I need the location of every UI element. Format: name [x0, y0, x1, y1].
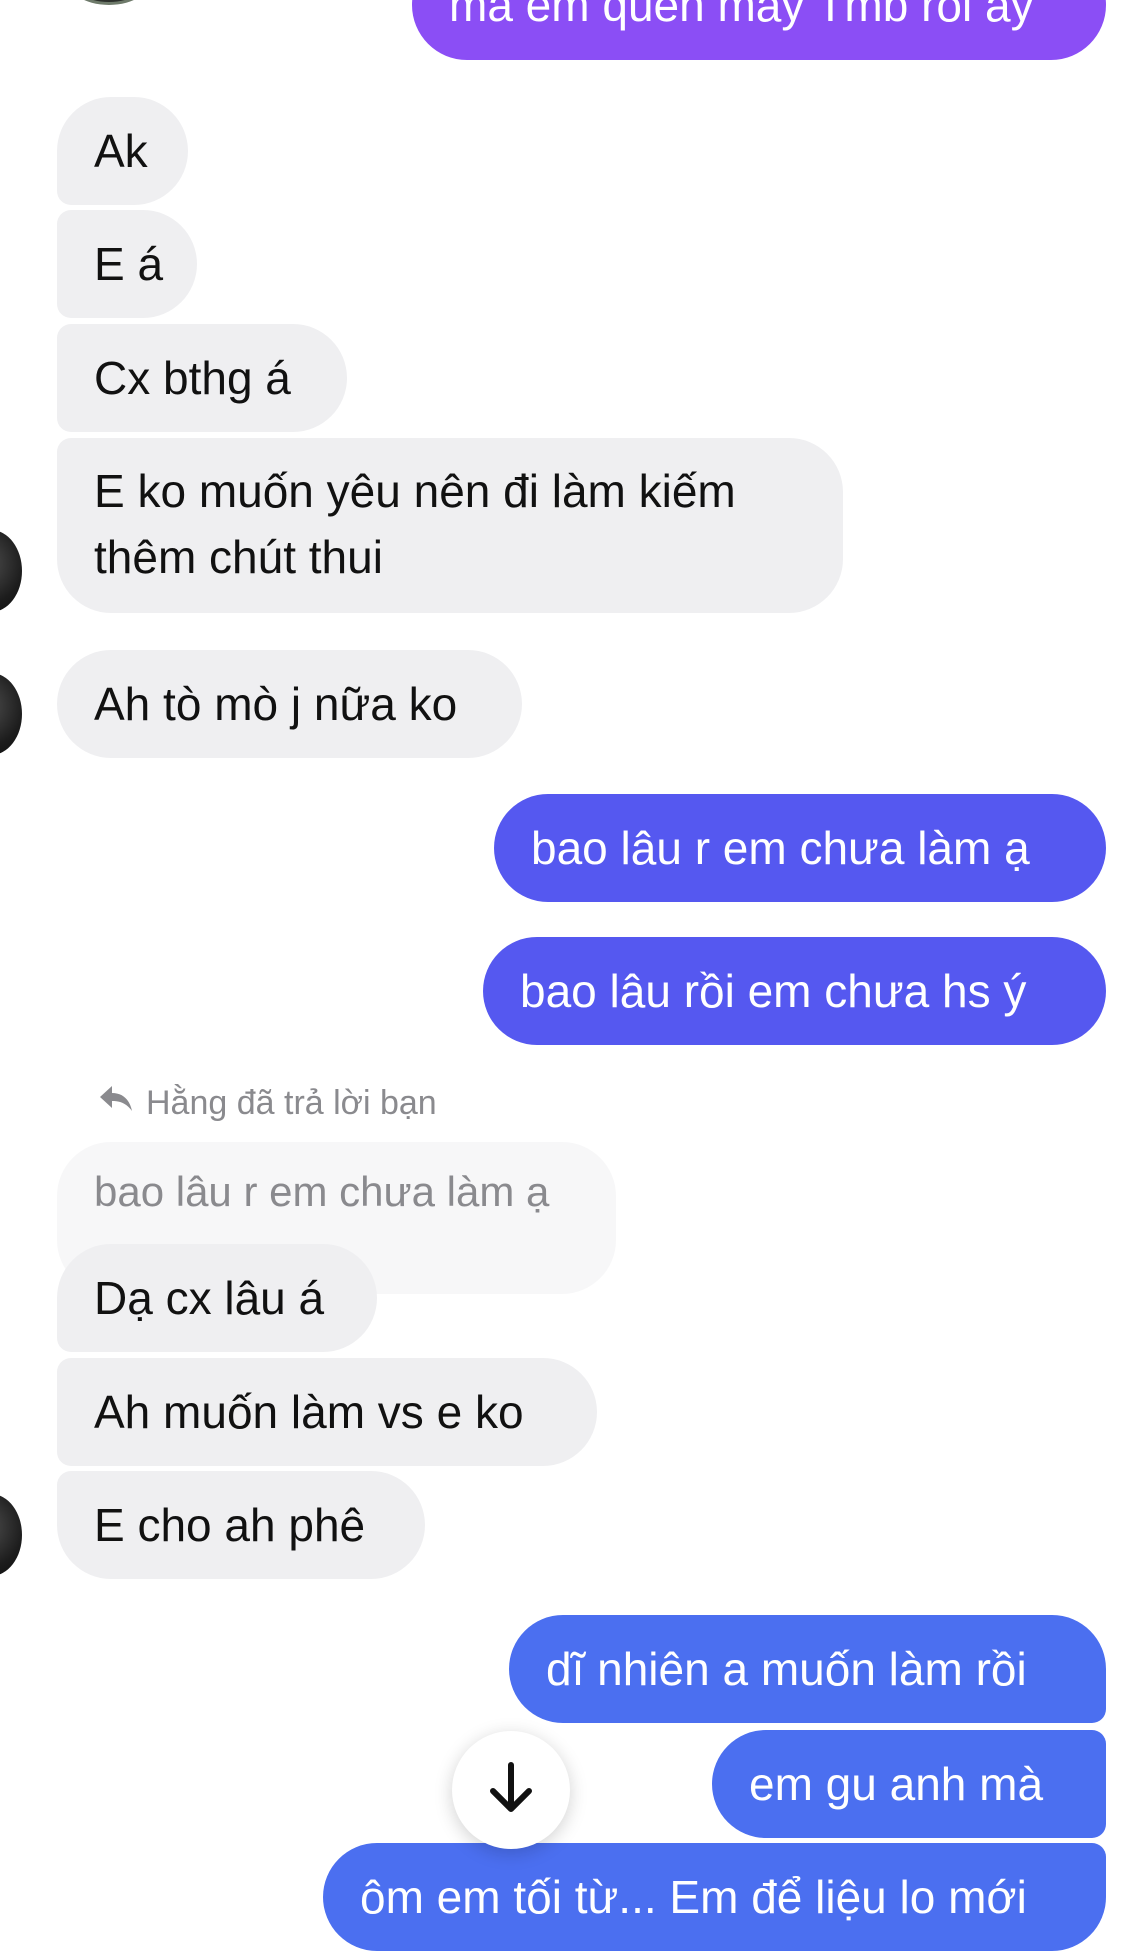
message-text: bao lâu r em chưa làm ạ	[531, 822, 1030, 874]
message-bubble-incoming[interactable]: Dạ cx lâu á	[57, 1244, 377, 1352]
message-bubble-incoming[interactable]: Ah muốn làm vs e ko	[57, 1358, 597, 1466]
avatar[interactable]	[0, 673, 22, 755]
message-bubble-incoming[interactable]: E cho ah phê	[57, 1471, 425, 1579]
message-bubble-outgoing[interactable]: mà em quên mấy Tmb rồi ấy	[412, 0, 1106, 60]
message-bubble-outgoing[interactable]: em gu anh mà	[712, 1730, 1106, 1838]
message-text: ôm em tối từ... Em để liệu lo mới	[360, 1871, 1027, 1923]
reply-arrow-icon	[98, 1084, 134, 1123]
message-text: Ah tò mò j nữa ko	[94, 678, 458, 730]
message-bubble-outgoing[interactable]: bao lâu rồi em chưa hs ý	[483, 937, 1106, 1045]
avatar[interactable]	[0, 530, 22, 612]
message-text: dĩ nhiên a muốn làm rồi	[546, 1643, 1027, 1695]
arrow-down-icon	[486, 1761, 536, 1820]
message-bubble-incoming[interactable]: Ak	[57, 97, 188, 205]
scroll-to-bottom-button[interactable]	[452, 1731, 570, 1849]
quoted-text: bao lâu r em chưa làm ạ	[94, 1168, 550, 1215]
message-text-line: thêm chút thui	[94, 531, 383, 583]
message-text: em gu anh mà	[749, 1758, 1044, 1810]
message-bubble-outgoing[interactable]: bao lâu r em chưa làm ạ	[494, 794, 1106, 902]
message-text: E á	[94, 238, 164, 290]
message-bubble-incoming[interactable]: Ah tò mò j nữa ko	[57, 650, 522, 758]
message-text: E cho ah phê	[94, 1499, 366, 1551]
message-bubble-incoming[interactable]: E ko muốn yêu nên đi làm kiếm thêm chút …	[57, 438, 843, 613]
avatar[interactable]	[64, 0, 154, 5]
message-bubble-incoming[interactable]: Cx bthg á	[57, 324, 347, 432]
message-text: mà em quên mấy Tmb rồi ấy	[449, 0, 1034, 31]
message-text: bao lâu rồi em chưa hs ý	[520, 965, 1027, 1017]
message-text: Ak	[94, 125, 148, 177]
reply-label-text: Hằng đã trả lời bạn	[146, 1084, 437, 1122]
message-text: Ah muốn làm vs e ko	[94, 1386, 524, 1438]
message-text: Dạ cx lâu á	[94, 1272, 325, 1324]
avatar[interactable]	[0, 1494, 22, 1576]
message-bubble-incoming[interactable]: E á	[57, 210, 197, 318]
message-text: Cx bthg á	[94, 352, 291, 404]
reply-indicator: Hằng đã trả lời bạn	[98, 1084, 437, 1123]
message-bubble-outgoing[interactable]: dĩ nhiên a muốn làm rồi	[509, 1615, 1106, 1723]
message-text-line: E ko muốn yêu nên đi làm kiếm	[94, 465, 736, 517]
message-bubble-outgoing[interactable]: ôm em tối từ... Em để liệu lo mới	[323, 1843, 1106, 1951]
